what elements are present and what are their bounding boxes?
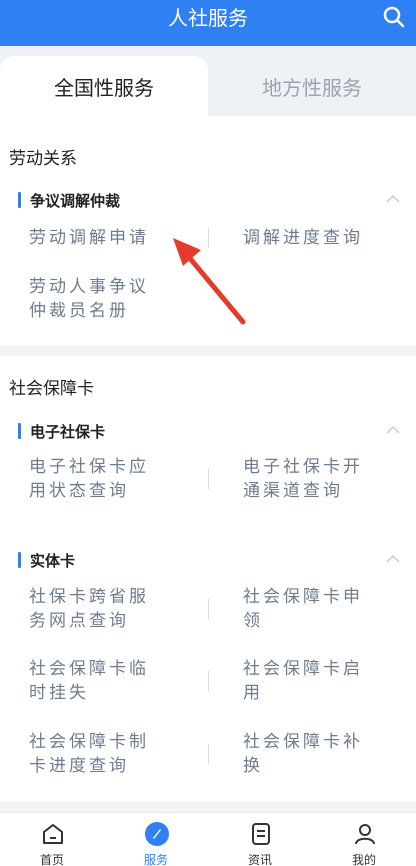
compass-icon xyxy=(145,822,169,846)
service-tabs: 全国性服务 地方性服务 xyxy=(0,46,416,116)
search-icon[interactable] xyxy=(382,5,406,29)
nav-news[interactable]: 资讯 xyxy=(208,813,312,866)
item-line: 社会保障卡启 xyxy=(243,659,363,679)
tab-national[interactable]: 全国性服务 xyxy=(0,56,208,116)
nav-label: 服务 xyxy=(143,853,168,866)
nav-label: 资讯 xyxy=(247,853,272,866)
divider xyxy=(208,469,209,489)
nav-home[interactable]: 首页 xyxy=(0,813,104,866)
item-line: 社会保障卡制 xyxy=(29,732,149,752)
nav-service[interactable]: 服务 xyxy=(104,813,208,866)
nav-label: 首页 xyxy=(39,853,64,866)
section-title: 社会保障卡 xyxy=(9,379,94,399)
annotation-arrow-icon xyxy=(173,238,246,325)
bottom-nav: 首页 服务 资讯 我的 xyxy=(0,812,416,866)
item-line: 社会保障卡补 xyxy=(243,732,363,752)
tab-local[interactable]: 地方性服务 xyxy=(208,56,416,116)
item-line: 务网点查询 xyxy=(29,611,129,631)
divider xyxy=(208,744,209,764)
service-item-mediation-progress[interactable]: 调解进度查询 xyxy=(243,226,363,250)
item-line: 用 xyxy=(243,683,263,703)
item-line: 通渠道查询 xyxy=(243,481,343,501)
item-line: 时挂失 xyxy=(29,683,89,703)
item-line: 电子社保卡应 xyxy=(29,457,149,477)
item-line: 换 xyxy=(243,756,263,776)
divider xyxy=(208,671,209,691)
item-line: 劳动人事争议 xyxy=(29,277,149,297)
section-title: 劳动关系 xyxy=(9,149,77,169)
chevron-up-icon[interactable] xyxy=(386,425,400,435)
item-line: 领 xyxy=(243,611,263,631)
chevron-up-icon[interactable] xyxy=(386,194,400,204)
page-title: 人社服务 xyxy=(168,6,248,30)
item-line: 社保卡跨省服 xyxy=(29,587,149,607)
nav-label: 我的 xyxy=(351,853,376,866)
section-social-card: 社会保障卡 电子社保卡 电子社保卡应 用状态查询 电子社保卡开 通渠道查询 实体… xyxy=(0,356,416,802)
item-line: 仲裁员名册 xyxy=(29,301,129,321)
subsection-title: 电子社保卡 xyxy=(18,421,105,442)
subsection-title: 实体卡 xyxy=(18,550,75,571)
user-icon xyxy=(355,824,375,845)
divider xyxy=(208,599,209,619)
item-line: 社会保障卡临 xyxy=(29,659,149,679)
nav-mine[interactable]: 我的 xyxy=(312,813,416,866)
top-bar: 人社服务 xyxy=(0,0,416,46)
subsection-title: 争议调解仲裁 xyxy=(18,190,120,211)
home-icon xyxy=(43,824,63,844)
item-line: 卡进度查询 xyxy=(29,756,129,776)
item-line: 社会保障卡申 xyxy=(243,587,363,607)
chevron-up-icon[interactable] xyxy=(386,554,400,564)
item-line: 用状态查询 xyxy=(29,481,129,501)
service-item-mediation-apply[interactable]: 劳动调解申请 xyxy=(29,226,149,250)
news-icon xyxy=(252,823,270,845)
item-line: 电子社保卡开 xyxy=(243,457,363,477)
